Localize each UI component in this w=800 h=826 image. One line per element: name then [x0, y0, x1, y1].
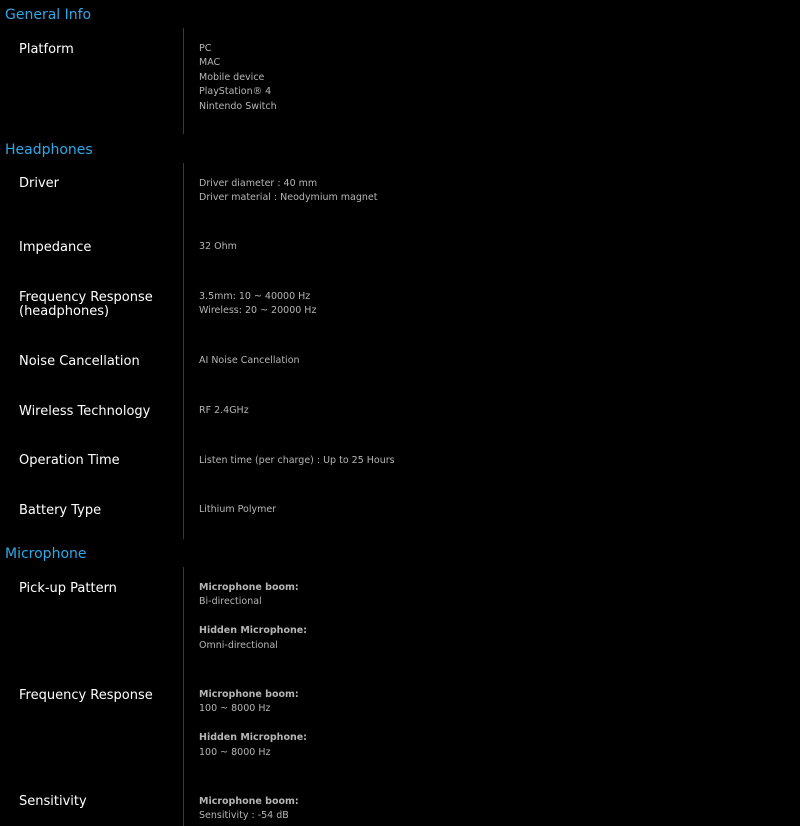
- spec-label-noise-cancellation: Noise Cancellation: [19, 354, 140, 369]
- spec-value-line: Lithium Polymer: [199, 504, 277, 515]
- spec-value-line: AI Noise Cancellation: [199, 355, 300, 366]
- divider-general-info: [183, 28, 184, 134]
- divider-headphones: [183, 163, 184, 539]
- spec-value-operation-time: Listen time (per charge) : Up to 25 Hour…: [199, 454, 789, 468]
- spec-value-line: RF 2.4GHz: [199, 405, 249, 416]
- spec-label-sensitivity: Sensitivity: [19, 794, 87, 809]
- spec-value-line: Driver diameter : 40 mm: [199, 178, 318, 189]
- spec-value-noise-cancellation: AI Noise Cancellation: [199, 354, 789, 368]
- spec-value-battery-type: Lithium Polymer: [199, 503, 789, 517]
- spec-value-driver: Driver diameter : 40 mm Driver material …: [199, 177, 789, 206]
- spec-label-impedance: Impedance: [19, 240, 92, 255]
- spec-value-line: Sensitivity : -54 dB: [199, 810, 289, 822]
- spec-value-line: Bi-directional: [199, 596, 262, 608]
- spec-value-line: MAC: [199, 57, 221, 69]
- spec-value-platform: PC MAC Mobile device PlayStation® 4 Nint…: [199, 42, 789, 114]
- spec-label-frequency-response-headphones: Frequency Response (headphones): [19, 290, 153, 319]
- spec-value-line: Listen time (per charge) : Up to 25 Hour…: [199, 455, 395, 466]
- spec-value-line: Mobile device: [199, 71, 265, 83]
- section-title-general-info: General Info: [5, 7, 92, 23]
- spec-label-frequency-response-mic: Frequency Response: [19, 688, 153, 703]
- spec-value-heading: Hidden Microphone:: [199, 732, 307, 744]
- spec-label-pick-up-pattern: Pick-up Pattern: [19, 581, 117, 596]
- spec-value-frequency-response-mic: Microphone boom: 100 ~ 8000 Hz Hidden Mi…: [199, 688, 789, 760]
- spec-value-line: Driver material : Neodymium magnet: [199, 192, 378, 204]
- spec-value-spacer: [199, 717, 789, 731]
- spec-value-spacer: [199, 610, 789, 624]
- section-title-headphones: Headphones: [5, 142, 93, 158]
- spec-value-heading: Microphone boom:: [199, 796, 299, 807]
- spec-label-platform: Platform: [19, 42, 74, 57]
- spec-value-line: 32 Ohm: [199, 241, 237, 252]
- spec-value-line: 3.5mm: 10 ~ 40000 Hz: [199, 291, 311, 302]
- spec-value-heading: Microphone boom:: [199, 582, 299, 593]
- spec-value-heading: Microphone boom:: [199, 689, 299, 700]
- spec-value-line: PC: [199, 43, 212, 54]
- spec-value-line: 100 ~ 8000 Hz: [199, 703, 271, 715]
- spec-value-line: PlayStation® 4: [199, 86, 272, 98]
- spec-label-wireless-technology: Wireless Technology: [19, 404, 151, 419]
- spec-value-heading: Hidden Microphone:: [199, 625, 307, 637]
- spec-value-pick-up-pattern: Microphone boom: Bi-directional Hidden M…: [199, 581, 789, 653]
- spec-label-driver: Driver: [19, 176, 60, 191]
- spec-value-line: Omni-directional: [199, 639, 278, 651]
- spec-value-sensitivity: Microphone boom: Sensitivity : -54 dB: [199, 795, 789, 824]
- spec-value-impedance: 32 Ohm: [199, 240, 789, 254]
- spec-value-line: 100 ~ 8000 Hz: [199, 746, 271, 758]
- spec-label-operation-time: Operation Time: [19, 453, 120, 468]
- spec-value-line: Nintendo Switch: [199, 100, 277, 112]
- divider-microphone: [183, 567, 184, 826]
- spec-value-frequency-response-headphones: 3.5mm: 10 ~ 40000 Hz Wireless: 20 ~ 2000…: [199, 290, 789, 319]
- section-title-microphone: Microphone: [5, 546, 87, 562]
- spec-value-line: Wireless: 20 ~ 20000 Hz: [199, 305, 317, 317]
- spec-value-wireless-technology: RF 2.4GHz: [199, 404, 789, 418]
- spec-label-battery-type: Battery Type: [19, 503, 102, 518]
